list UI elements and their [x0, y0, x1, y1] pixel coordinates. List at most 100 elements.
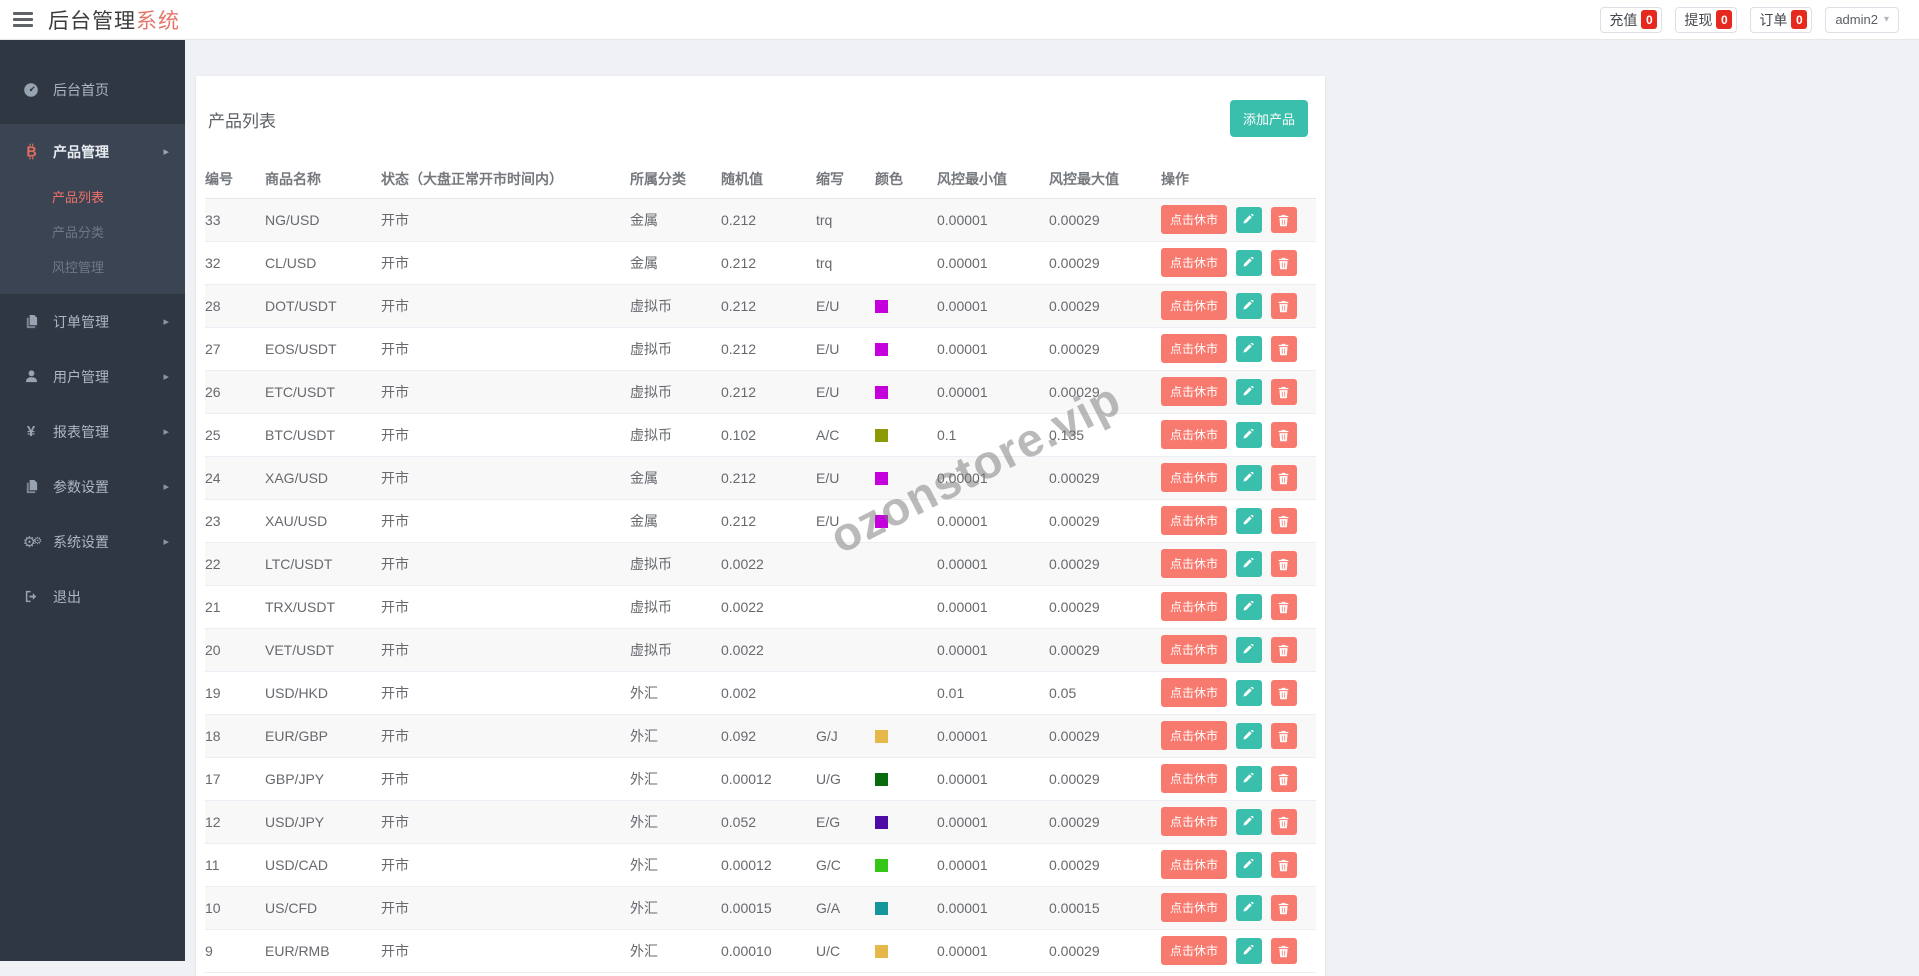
- add-product-button[interactable]: 添加产品: [1230, 100, 1308, 137]
- delete-button[interactable]: [1271, 207, 1297, 233]
- delete-button[interactable]: [1271, 680, 1297, 706]
- sidebar-item-order-management[interactable]: 订单管理 ▸: [0, 294, 185, 349]
- cell-abbreviation: trq: [816, 241, 875, 284]
- recharge-badge[interactable]: 充值 0: [1600, 7, 1662, 33]
- cell-status: 开市: [381, 886, 630, 929]
- edit-button[interactable]: [1236, 895, 1262, 921]
- delete-button[interactable]: [1271, 594, 1297, 620]
- withdraw-badge[interactable]: 提现 0: [1675, 7, 1737, 33]
- sidebar-subitem-product-list[interactable]: 产品列表: [0, 179, 185, 214]
- edit-button[interactable]: [1236, 766, 1262, 792]
- user-menu[interactable]: admin2 ▾: [1825, 7, 1899, 33]
- delete-button[interactable]: [1271, 723, 1297, 749]
- delete-button[interactable]: [1271, 422, 1297, 448]
- close-market-button[interactable]: 点击休市: [1161, 463, 1227, 492]
- delete-button[interactable]: [1271, 336, 1297, 362]
- delete-button[interactable]: [1271, 766, 1297, 792]
- sidebar-item-user-management[interactable]: 用户管理 ▸: [0, 349, 185, 404]
- delete-button[interactable]: [1271, 293, 1297, 319]
- sidebar-item-parameter-settings[interactable]: 参数设置 ▸: [0, 459, 185, 514]
- delete-button[interactable]: [1271, 551, 1297, 577]
- delete-button[interactable]: [1271, 508, 1297, 534]
- delete-button[interactable]: [1271, 637, 1297, 663]
- close-market-button[interactable]: 点击休市: [1161, 420, 1227, 449]
- cell-category: 外汇: [630, 800, 721, 843]
- cell-color: [875, 198, 937, 241]
- edit-button[interactable]: [1236, 594, 1262, 620]
- edit-button[interactable]: [1236, 422, 1262, 448]
- delete-button[interactable]: [1271, 465, 1297, 491]
- dashboard-icon: [20, 82, 42, 98]
- order-badge[interactable]: 订单 0: [1750, 7, 1812, 33]
- close-market-button[interactable]: 点击休市: [1161, 893, 1227, 922]
- close-market-button[interactable]: 点击休市: [1161, 850, 1227, 879]
- sidebar-item-system-settings[interactable]: ⚙⚙ 系统设置 ▸: [0, 514, 185, 569]
- close-market-button[interactable]: 点击休市: [1161, 764, 1227, 793]
- cell-status: 开市: [381, 499, 630, 542]
- cell-risk-max: 0.00029: [1049, 757, 1161, 800]
- sidebar-subitem-risk-management[interactable]: 风控管理: [0, 249, 185, 284]
- close-market-button[interactable]: 点击休市: [1161, 334, 1227, 363]
- cell-category: 金属: [630, 499, 721, 542]
- cell-id: 9: [205, 929, 265, 972]
- cell-color: [875, 585, 937, 628]
- close-market-button[interactable]: 点击休市: [1161, 248, 1227, 277]
- edit-button[interactable]: [1236, 637, 1262, 663]
- cell-status: 开市: [381, 241, 630, 284]
- edit-button[interactable]: [1236, 680, 1262, 706]
- cell-actions: 点击休市: [1161, 542, 1316, 585]
- cell-risk-max: 0.00029: [1049, 585, 1161, 628]
- cell-product-name: GBP/JPY: [265, 757, 381, 800]
- close-market-button[interactable]: 点击休市: [1161, 205, 1227, 234]
- cell-product-name: LTC/USDT: [265, 542, 381, 585]
- cell-color: [875, 499, 937, 542]
- cell-actions: 点击休市: [1161, 284, 1316, 327]
- edit-button[interactable]: [1236, 551, 1262, 577]
- pencil-icon: [1242, 300, 1255, 313]
- close-market-button[interactable]: 点击休市: [1161, 377, 1227, 406]
- cell-actions: 点击休市: [1161, 327, 1316, 370]
- edit-button[interactable]: [1236, 336, 1262, 362]
- sidebar-item-label: 后台首页: [53, 80, 109, 100]
- cell-actions: 点击休市: [1161, 714, 1316, 757]
- delete-button[interactable]: [1271, 379, 1297, 405]
- delete-button[interactable]: [1271, 250, 1297, 276]
- cell-color: [875, 800, 937, 843]
- edit-button[interactable]: [1236, 508, 1262, 534]
- sidebar-item-report-management[interactable]: ¥ 报表管理 ▸: [0, 404, 185, 459]
- cell-id: 12: [205, 800, 265, 843]
- cell-random-value: 0.00010: [721, 929, 816, 972]
- close-market-button[interactable]: 点击休市: [1161, 549, 1227, 578]
- delete-button[interactable]: [1271, 938, 1297, 964]
- close-market-button[interactable]: 点击休市: [1161, 721, 1227, 750]
- pencil-icon: [1242, 386, 1255, 399]
- cell-risk-min: 0.00001: [937, 456, 1049, 499]
- cell-random-value: 0.212: [721, 456, 816, 499]
- sidebar-subitem-product-category[interactable]: 产品分类: [0, 214, 185, 249]
- edit-button[interactable]: [1236, 809, 1262, 835]
- edit-button[interactable]: [1236, 723, 1262, 749]
- edit-button[interactable]: [1236, 207, 1262, 233]
- color-chip: [875, 816, 888, 829]
- sidebar-item-home[interactable]: 后台首页: [0, 62, 185, 117]
- sidebar-item-product-management[interactable]: B 产品管理 ▸: [0, 124, 185, 179]
- close-market-button[interactable]: 点击休市: [1161, 807, 1227, 836]
- close-market-button[interactable]: 点击休市: [1161, 592, 1227, 621]
- close-market-button[interactable]: 点击休市: [1161, 678, 1227, 707]
- color-chip: [875, 300, 888, 313]
- close-market-button[interactable]: 点击休市: [1161, 506, 1227, 535]
- edit-button[interactable]: [1236, 379, 1262, 405]
- delete-button[interactable]: [1271, 809, 1297, 835]
- edit-button[interactable]: [1236, 465, 1262, 491]
- edit-button[interactable]: [1236, 293, 1262, 319]
- edit-button[interactable]: [1236, 938, 1262, 964]
- delete-button[interactable]: [1271, 852, 1297, 878]
- edit-button[interactable]: [1236, 852, 1262, 878]
- sidebar-item-logout[interactable]: 退出: [0, 569, 185, 624]
- close-market-button[interactable]: 点击休市: [1161, 635, 1227, 664]
- hamburger-menu-icon[interactable]: [13, 12, 33, 27]
- close-market-button[interactable]: 点击休市: [1161, 291, 1227, 320]
- delete-button[interactable]: [1271, 895, 1297, 921]
- column-header: 商品名称: [265, 160, 381, 198]
- edit-button[interactable]: [1236, 250, 1262, 276]
